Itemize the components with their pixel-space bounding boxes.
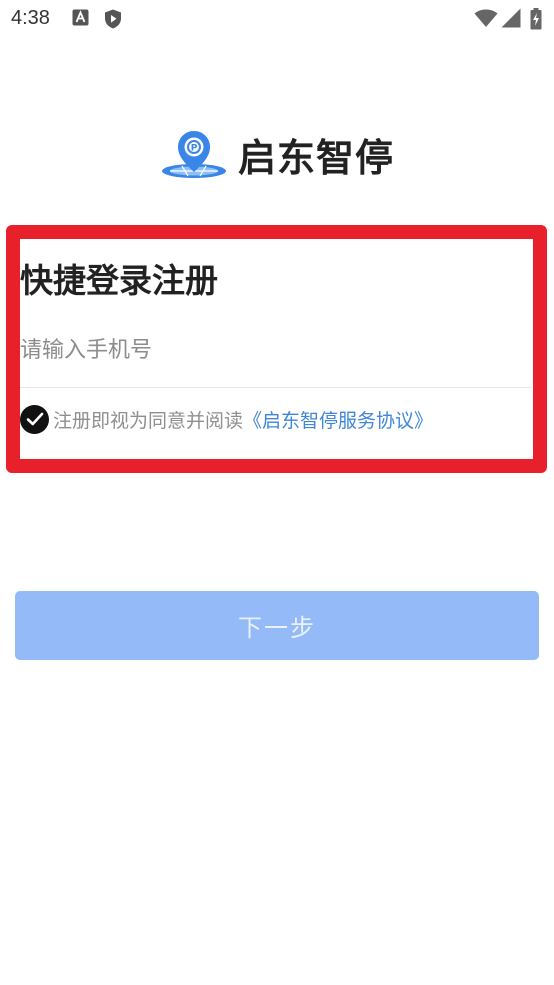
battery-charging-icon — [530, 8, 542, 30]
app-logo: P 启东智停 — [160, 128, 394, 180]
signal-icon — [501, 8, 521, 28]
agreement-checkbox[interactable] — [20, 404, 49, 434]
service-agreement-link[interactable]: 《启东智停服务协议》 — [243, 406, 433, 433]
a-notification-icon — [72, 9, 89, 26]
svg-text:P: P — [191, 144, 198, 154]
status-bar: 4:38 — [0, 0, 554, 40]
location-pin-globe-icon: P — [162, 131, 226, 178]
status-time: 4:38 — [11, 7, 50, 29]
app-name: 启东智停 — [238, 135, 395, 180]
phone-input[interactable] — [20, 330, 530, 370]
wifi-icon — [474, 9, 498, 27]
page-title: 快捷登录注册 — [20, 261, 218, 300]
checkmark-icon — [26, 412, 43, 426]
shield-play-icon — [105, 9, 121, 29]
next-step-button[interactable]: 下一步 — [15, 591, 539, 660]
input-divider — [20, 387, 531, 388]
agreement-text: 注册即视为同意并阅读 — [53, 409, 244, 432]
agreement-row: 注册即视为同意并阅读 《启东智停服务协议》 — [20, 403, 433, 435]
